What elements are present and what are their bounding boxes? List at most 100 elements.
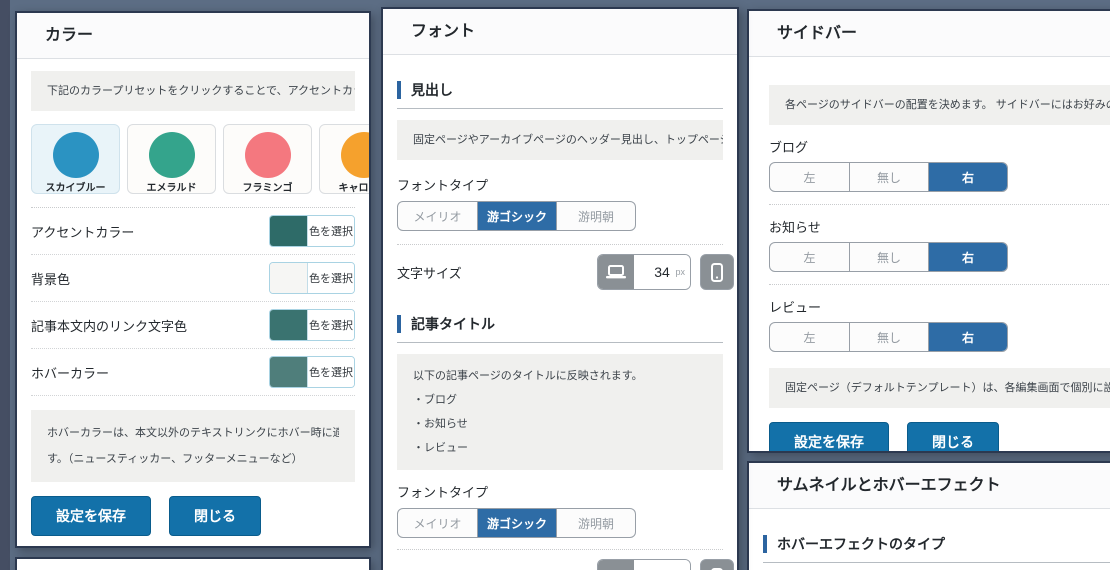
position-option-right[interactable]: 右 — [928, 163, 1007, 191]
thumbnail-hover-panel: サムネイルとホバーエフェクト ホバーエフェクトのタイプ — [747, 461, 1110, 570]
sidebar-placement-note: 各ページのサイドバーの配置を決めます。 サイドバーにはお好みのウィジ — [769, 85, 1110, 125]
article-font-size-input[interactable]: 28 px — [634, 560, 690, 570]
desktop-size-control: 34 px — [597, 254, 691, 290]
divider — [397, 549, 723, 550]
position-option-left[interactable]: 左 — [770, 163, 849, 191]
background-color-swatch — [270, 263, 308, 293]
position-option-right[interactable]: 右 — [928, 243, 1007, 271]
preset-label: スカイブルー — [32, 179, 119, 194]
desktop-icon — [606, 265, 626, 279]
heading-font-type-segmented: メイリオ 游ゴシック 游明朝 — [397, 201, 636, 231]
desktop-size-button[interactable] — [598, 560, 634, 570]
close-button[interactable]: 閉じる — [169, 496, 261, 536]
color-preset-row: スカイブルー エメラルド フラミンゴ キャロット — [31, 124, 355, 194]
position-option-none[interactable]: 無し — [849, 163, 928, 191]
hover-color-note: ホバーカラーは、本文以外のテキストリンクにホバー時に適用されます。 す。（ニュー… — [31, 410, 355, 482]
close-button[interactable]: 閉じる — [907, 422, 999, 453]
flamingo-color-circle — [245, 132, 291, 178]
carrot-color-circle — [341, 132, 372, 178]
preset-card-carrot[interactable]: キャロット — [319, 124, 371, 194]
background-color-row: 背景色 色を選択 — [31, 255, 355, 302]
font-type-label: フォントタイプ — [397, 482, 723, 501]
link-color-picker[interactable]: 色を選択 — [269, 309, 355, 341]
hover-effect-type-section-title: ホバーエフェクトのタイプ — [763, 534, 1110, 554]
preset-label: エメラルド — [128, 179, 215, 194]
font-option-yugothic[interactable]: 游ゴシック — [477, 509, 556, 537]
mobile-size-button[interactable] — [700, 254, 734, 290]
sidebar-settings-panel: サイドバー 各ページのサイドバーの配置を決めます。 サイドバーにはお好みのウィジ… — [747, 9, 1110, 453]
font-type-label: フォントタイプ — [397, 175, 723, 194]
article-font-type-segmented: メイリオ 游ゴシック 游明朝 — [397, 508, 636, 538]
accent-color-picker[interactable]: 色を選択 — [269, 215, 355, 247]
desktop-size-control: 28 px — [597, 559, 691, 570]
font-option-yugothic[interactable]: 游ゴシック — [477, 202, 556, 230]
hover-color-row: ホバーカラー 色を選択 — [31, 349, 355, 396]
divider — [763, 562, 1110, 563]
save-settings-button[interactable]: 設定を保存 — [31, 496, 151, 536]
skyblue-color-circle — [53, 132, 99, 178]
divider — [769, 284, 1110, 285]
color-panel-title: カラー — [17, 13, 369, 59]
select-color-button[interactable]: 色を選択 — [308, 357, 354, 387]
position-option-none[interactable]: 無し — [849, 243, 928, 271]
hover-note-line2: す。（ニュースティッカー、フッターメニューなど） — [47, 446, 339, 472]
preset-card-skyblue[interactable]: スカイブルー — [31, 124, 120, 194]
section-accent-bar — [397, 81, 401, 99]
background-color-label: 背景色 — [31, 269, 70, 288]
link-color-row: 記事本文内のリンク文字色 色を選択 — [31, 302, 355, 349]
article-title-note: 以下の記事ページのタイトルに反映されます。 ・ブログ ・お知らせ ・レビュー — [397, 354, 723, 470]
blog-position-segmented: 左 無し 右 — [769, 162, 1008, 192]
mobile-icon — [711, 263, 723, 282]
link-color-swatch — [270, 310, 308, 340]
accent-color-swatch — [270, 216, 308, 246]
section-accent-bar — [763, 535, 767, 553]
position-option-left[interactable]: 左 — [770, 323, 849, 351]
font-option-yumincho[interactable]: 游明朝 — [556, 509, 635, 537]
select-color-button[interactable]: 色を選択 — [308, 216, 354, 246]
preset-label: フラミンゴ — [224, 179, 311, 194]
font-option-yumincho[interactable]: 游明朝 — [556, 202, 635, 230]
heading-font-size-row: 文字サイズ 34 px — [397, 254, 734, 290]
heading-font-note: 固定ページやアーカイブページのヘッダー見出し、トップページメインコ — [397, 120, 723, 160]
accent-color-row: アクセントカラー 色を選択 — [31, 208, 355, 255]
emerald-color-circle — [149, 132, 195, 178]
select-color-button[interactable]: 色を選択 — [308, 310, 354, 340]
blog-group-label: ブログ — [769, 137, 1110, 156]
divider — [397, 108, 723, 109]
hover-note-line1: ホバーカラーは、本文以外のテキストリンクにホバー時に適用されます。 — [47, 420, 339, 446]
review-position-segmented: 左 無し 右 — [769, 322, 1008, 352]
sidebar-panel-title: サイドバー — [749, 11, 1110, 57]
select-color-button[interactable]: 色を選択 — [308, 263, 354, 293]
hover-color-label: ホバーカラー — [31, 363, 109, 382]
font-size-unit: px — [675, 267, 685, 277]
news-position-segmented: 左 無し 右 — [769, 242, 1008, 272]
news-group-label: お知らせ — [769, 217, 1110, 236]
review-group-label: レビュー — [769, 297, 1110, 316]
mobile-size-button[interactable] — [700, 559, 734, 570]
heading-font-size-input[interactable]: 34 px — [634, 255, 690, 289]
link-color-label: 記事本文内のリンク文字色 — [31, 316, 187, 335]
article-font-size-row: 文字サイズ 28 px — [397, 559, 734, 570]
divider — [397, 244, 723, 245]
position-option-left[interactable]: 左 — [770, 243, 849, 271]
font-panel-title: フォント — [383, 9, 737, 55]
font-option-meiryo[interactable]: メイリオ — [398, 202, 477, 230]
color-preset-note: 下記のカラープリセットをクリックすることで、アクセントカラーや背景 — [31, 71, 355, 111]
section-accent-bar — [397, 315, 401, 333]
hover-color-picker[interactable]: 色を選択 — [269, 356, 355, 388]
save-settings-button[interactable]: 設定を保存 — [769, 422, 889, 453]
thumbnail-panel-title: サムネイルとホバーエフェクト — [749, 463, 1110, 509]
accent-color-label: アクセントカラー — [31, 222, 134, 241]
position-option-none[interactable]: 無し — [849, 323, 928, 351]
preset-label: キャロット — [320, 179, 371, 194]
divider — [769, 204, 1110, 205]
page-edge-strip — [0, 0, 10, 570]
preset-card-flamingo[interactable]: フラミンゴ — [223, 124, 312, 194]
desktop-size-button[interactable] — [598, 255, 634, 289]
background-color-picker[interactable]: 色を選択 — [269, 262, 355, 294]
preset-card-emerald[interactable]: エメラルド — [127, 124, 216, 194]
hover-color-swatch — [270, 357, 308, 387]
position-option-right[interactable]: 右 — [928, 323, 1007, 351]
font-option-meiryo[interactable]: メイリオ — [398, 509, 477, 537]
font-size-label: 文字サイズ — [397, 263, 462, 282]
